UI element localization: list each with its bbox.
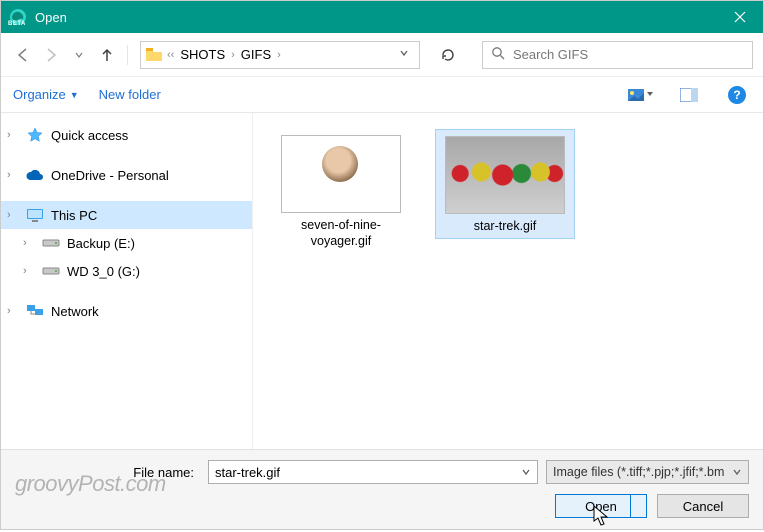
tree-label: Quick access xyxy=(51,128,128,143)
chevron-right-icon[interactable]: › xyxy=(7,129,23,141)
thumbnail-icon xyxy=(281,135,401,213)
file-type-filter[interactable]: Image files (*.tiff;*.pjp;*.jfif;*.bm xyxy=(546,460,749,484)
chevron-down-icon[interactable] xyxy=(521,467,531,477)
pc-icon xyxy=(25,205,45,225)
tree-label: Backup (E:) xyxy=(67,236,135,251)
file-name: seven-of-nine-voyager.gif xyxy=(276,217,406,250)
search-icon xyxy=(491,46,505,63)
organize-menu[interactable]: Organize ▼ xyxy=(13,87,79,102)
forward-button[interactable] xyxy=(39,43,63,67)
search-placeholder: Search GIFS xyxy=(513,47,588,62)
tree-item-backup-drive[interactable]: › Backup (E:) xyxy=(1,229,252,257)
chevron-right-icon[interactable]: › xyxy=(7,169,23,181)
tree-item-onedrive[interactable]: › OneDrive - Personal xyxy=(1,161,252,189)
cloud-icon xyxy=(25,165,45,185)
tree-label: OneDrive - Personal xyxy=(51,168,169,183)
tree-label: This PC xyxy=(51,208,97,223)
chevron-left-icon[interactable]: ‹‹ xyxy=(167,49,174,61)
drive-icon xyxy=(41,261,61,281)
file-list[interactable]: seven-of-nine-voyager.gif star-trek.gif xyxy=(253,113,763,449)
breadcrumb-item-shots[interactable]: SHOTS xyxy=(178,47,227,62)
chevron-right-icon[interactable]: › xyxy=(7,209,23,221)
view-mode-button[interactable] xyxy=(627,81,655,109)
tree-label: Network xyxy=(51,304,99,319)
tree-item-this-pc[interactable]: › This PC xyxy=(1,201,252,229)
filename-input[interactable]: star-trek.gif xyxy=(208,460,538,484)
chevron-down-icon[interactable] xyxy=(732,467,742,477)
help-icon: ? xyxy=(728,86,746,104)
search-input[interactable]: Search GIFS xyxy=(482,41,753,69)
tree-item-wd-drive[interactable]: › WD 3_0 (G:) xyxy=(1,257,252,285)
chevron-down-icon: ▼ xyxy=(70,90,79,100)
edge-beta-app-icon: BETA xyxy=(9,8,27,26)
close-button[interactable] xyxy=(717,1,763,33)
file-name: star-trek.gif xyxy=(474,218,537,234)
help-button[interactable]: ? xyxy=(723,81,751,109)
back-button[interactable] xyxy=(11,43,35,67)
tree-label: WD 3_0 (G:) xyxy=(67,264,140,279)
tree-item-quick-access[interactable]: › Quick access xyxy=(1,121,252,149)
cancel-button[interactable]: Cancel xyxy=(657,494,749,518)
refresh-button[interactable] xyxy=(430,41,466,69)
chevron-right-icon[interactable]: › xyxy=(23,265,39,277)
breadcrumb-dropdown[interactable] xyxy=(393,48,415,61)
separator xyxy=(127,45,128,65)
drive-icon xyxy=(41,233,61,253)
up-button[interactable] xyxy=(95,43,119,67)
breadcrumb-bar[interactable]: ‹‹ SHOTS › GIFS › xyxy=(140,41,420,69)
file-item[interactable]: seven-of-nine-voyager.gif xyxy=(271,129,411,250)
tree-item-network[interactable]: › Network xyxy=(1,297,252,325)
sidebar: › Quick access › OneDrive - Personal › T… xyxy=(1,113,253,449)
star-icon xyxy=(25,125,45,145)
network-icon xyxy=(25,301,45,321)
file-item[interactable]: star-trek.gif xyxy=(435,129,575,239)
filename-label: File name: xyxy=(15,465,200,480)
recent-dropdown[interactable] xyxy=(67,43,91,67)
thumbnail-icon xyxy=(445,136,565,214)
chevron-right-icon: › xyxy=(231,49,235,61)
cursor-icon xyxy=(593,505,611,527)
folder-icon xyxy=(145,46,163,64)
new-folder-button[interactable]: New folder xyxy=(99,87,161,102)
breadcrumb-item-gifs[interactable]: GIFS xyxy=(239,47,273,62)
chevron-right-icon[interactable]: › xyxy=(23,237,39,249)
window-title: Open xyxy=(35,10,67,25)
chevron-right-icon[interactable]: › xyxy=(7,305,23,317)
preview-pane-button[interactable] xyxy=(675,81,703,109)
chevron-right-icon: › xyxy=(277,49,281,61)
